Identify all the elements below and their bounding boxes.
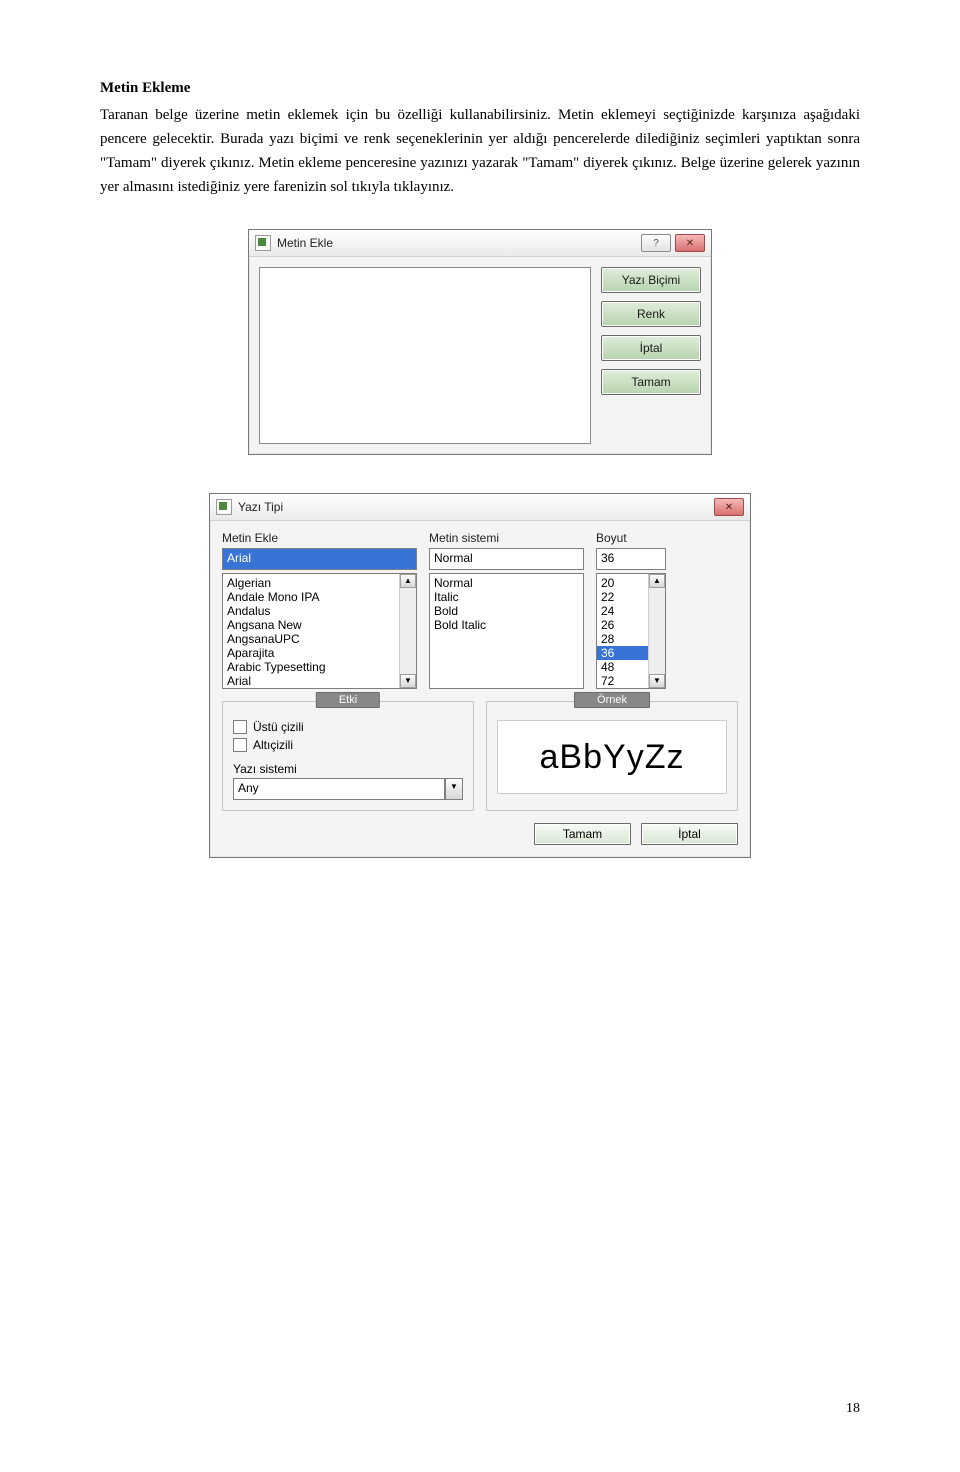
list-item[interactable]: Normal <box>430 576 583 590</box>
strikeout-label: Üstü çizili <box>253 720 304 734</box>
script-dropdown[interactable]: Any <box>233 778 445 800</box>
list-item[interactable]: AngsanaUPC <box>223 632 416 646</box>
font-style-input[interactable]: Normal <box>429 548 584 570</box>
list-item[interactable]: Arial <box>223 674 416 688</box>
ok-button[interactable]: Tamam <box>534 823 631 845</box>
screenshot-area: Metin Ekle ? ✕ Yazı Biçimi Renk İptal Ta… <box>100 229 860 858</box>
dialog-titlebar: Metin Ekle ? ✕ <box>249 230 711 257</box>
scroll-up-icon[interactable]: ▲ <box>649 574 665 588</box>
dialog-title: Metin Ekle <box>277 236 333 250</box>
dialog-titlebar: Yazı Tipi ✕ <box>210 494 750 521</box>
list-item[interactable]: Andalus <box>223 604 416 618</box>
section-paragraph: Taranan belge üzerine metin eklemek için… <box>100 103 860 199</box>
app-icon <box>255 235 271 251</box>
underline-checkbox[interactable]: Altıçizili <box>233 738 463 752</box>
font-style-listbox[interactable]: Normal Italic Bold Bold Italic <box>429 573 584 689</box>
scroll-down-icon[interactable]: ▼ <box>400 674 416 688</box>
font-size-label: Boyut <box>596 531 666 545</box>
color-button[interactable]: Renk <box>601 301 701 327</box>
scroll-up-icon[interactable]: ▲ <box>400 574 416 588</box>
checkbox-icon[interactable] <box>233 720 247 734</box>
font-family-listbox[interactable]: Algerian Andale Mono IPA Andalus Angsana… <box>222 573 417 689</box>
list-item[interactable]: Bold <box>430 604 583 618</box>
yazi-tipi-dialog: Yazı Tipi ✕ Metin Ekle Arial Algerian An… <box>209 493 751 858</box>
section-heading: Metin Ekleme <box>100 80 860 97</box>
close-button[interactable]: ✕ <box>714 498 744 516</box>
cancel-button[interactable]: İptal <box>641 823 738 845</box>
strikeout-checkbox[interactable]: Üstü çizili <box>233 720 463 734</box>
checkbox-icon[interactable] <box>233 738 247 752</box>
app-icon <box>216 499 232 515</box>
font-size-input[interactable]: 36 <box>596 548 666 570</box>
list-item[interactable]: Angsana New <box>223 618 416 632</box>
effects-group-label: Etki <box>316 692 380 708</box>
scroll-down-icon[interactable]: ▼ <box>649 674 665 688</box>
list-item[interactable]: Aparajita <box>223 646 416 660</box>
help-button[interactable]: ? <box>641 234 671 252</box>
font-family-label: Metin Ekle <box>222 531 417 545</box>
scrollbar[interactable]: ▲ ▼ <box>648 574 665 688</box>
close-button[interactable]: ✕ <box>675 234 705 252</box>
ok-button[interactable]: Tamam <box>601 369 701 395</box>
scrollbar[interactable]: ▲ ▼ <box>399 574 416 688</box>
dialog-title: Yazı Tipi <box>238 500 283 514</box>
page-number: 18 <box>846 1401 860 1417</box>
text-input-area[interactable] <box>259 267 591 444</box>
underline-label: Altıçizili <box>253 738 293 752</box>
chevron-down-icon[interactable]: ▼ <box>445 778 463 800</box>
list-item[interactable]: Andale Mono IPA <box>223 590 416 604</box>
font-size-listbox[interactable]: 20 22 24 26 28 36 48 72 ▲ ▼ <box>596 573 666 689</box>
list-item[interactable]: Bold Italic <box>430 618 583 632</box>
sample-group-label: Örnek <box>574 692 650 708</box>
cancel-button[interactable]: İptal <box>601 335 701 361</box>
font-style-button[interactable]: Yazı Biçimi <box>601 267 701 293</box>
sample-preview: aBbYyZz <box>497 720 727 794</box>
script-label: Yazı sistemi <box>233 762 463 776</box>
list-item[interactable]: Arabic Typesetting <box>223 660 416 674</box>
list-item[interactable]: Italic <box>430 590 583 604</box>
font-family-input[interactable]: Arial <box>222 548 417 570</box>
font-style-label: Metin sistemi <box>429 531 584 545</box>
list-item[interactable]: Algerian <box>223 576 416 590</box>
metin-ekle-dialog: Metin Ekle ? ✕ Yazı Biçimi Renk İptal Ta… <box>248 229 712 455</box>
